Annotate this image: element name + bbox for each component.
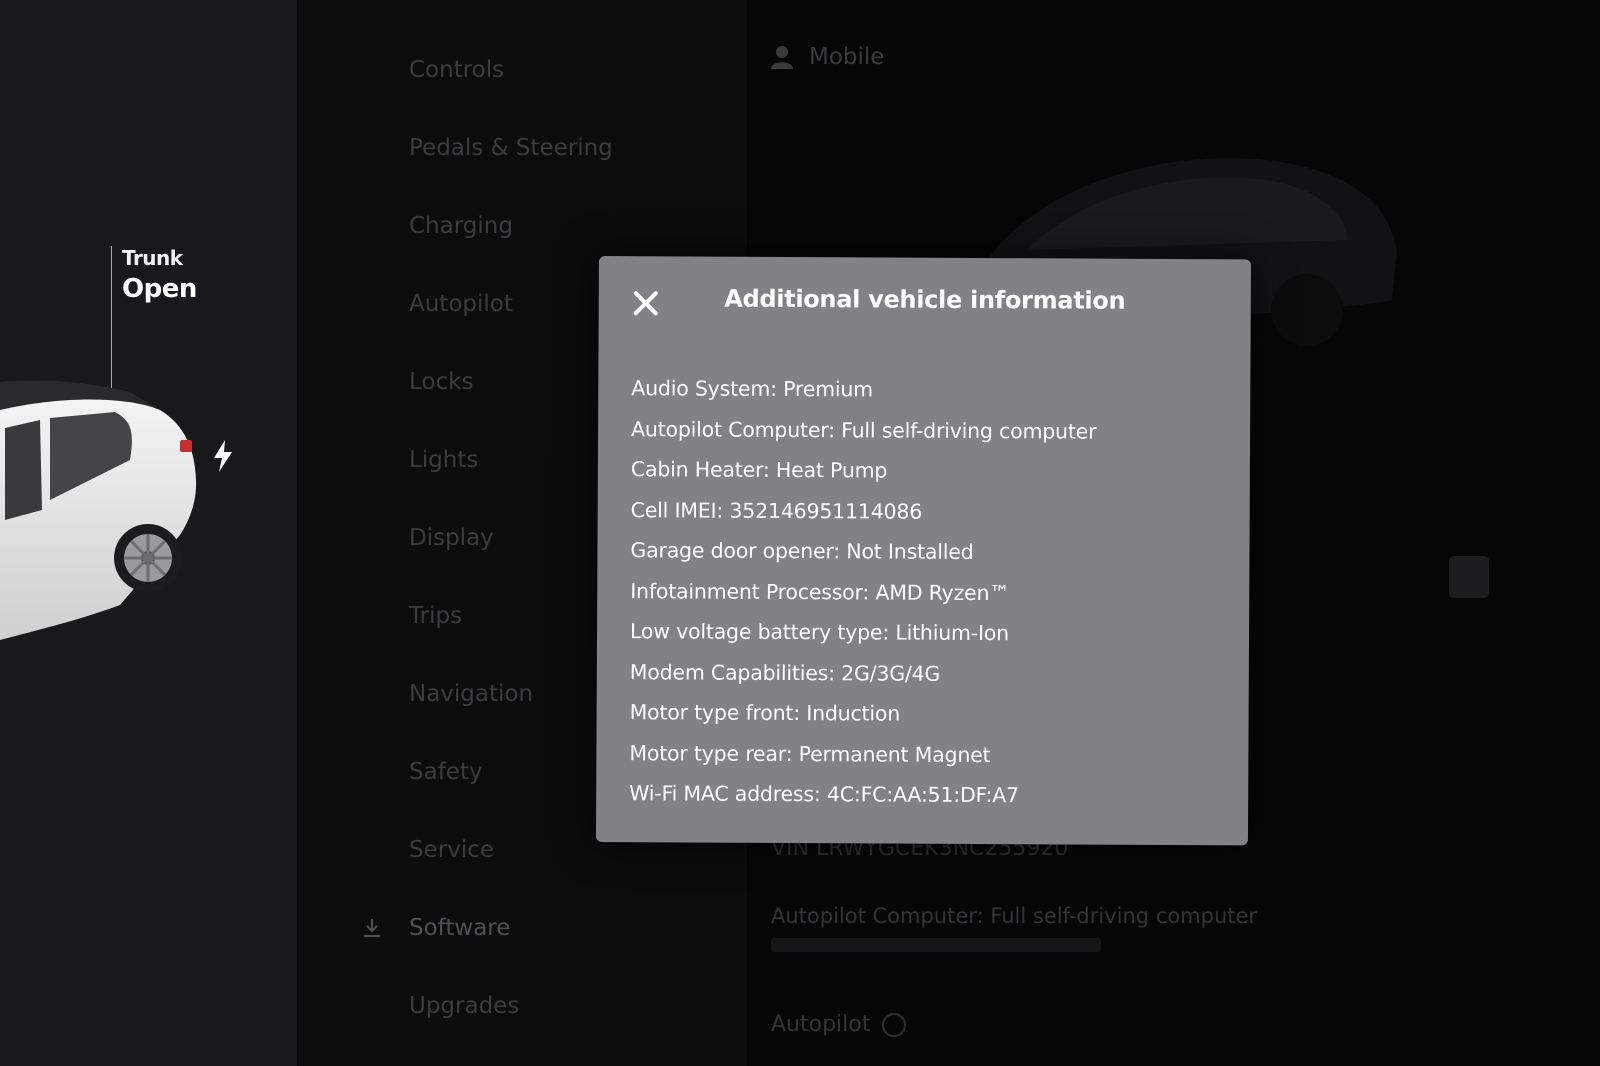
info-motor-rear: Motor type rear: Permanent Magnet: [629, 740, 991, 767]
trunk-label: Trunk: [122, 246, 183, 270]
person-icon: [771, 46, 793, 69]
info-cell-imei: Cell IMEI: 352146951114086: [630, 497, 923, 524]
steering-wheel-icon: [361, 293, 383, 315]
info-cabin-heater: Cabin Heater: Heat Pump: [630, 457, 888, 483]
info-motor-front: Motor type front: Induction: [629, 700, 901, 726]
profile-name: Mobile: [809, 44, 885, 70]
nav-item-label: Software: [409, 915, 511, 941]
lock-icon: [361, 371, 383, 393]
car-visualization-panel: Trunk Open: [0, 0, 297, 1066]
dialog-title: Additional vehicle information: [724, 284, 1126, 315]
bag-icon: [361, 995, 383, 1017]
info-infotainment-processor: Infotainment Processor: AMD Ryzen™: [630, 578, 1010, 605]
wrench-icon: [361, 839, 383, 861]
charging-icon: [361, 215, 383, 237]
light-icon: [361, 449, 383, 471]
info-audio-system: Audio System: Premium: [631, 376, 874, 402]
info-low-voltage-battery: Low voltage battery type: Lithium-Ion: [629, 619, 1010, 646]
nav-item-label: Lights: [409, 447, 479, 473]
autopilot-computer-link[interactable]: Autopilot Computer: Full self-driving co…: [771, 904, 1257, 928]
info-garage-door-opener: Garage door opener: Not Installed: [630, 538, 974, 564]
nav-item-pedals-steering[interactable]: Pedals & Steering: [361, 128, 721, 168]
download-icon: [364, 919, 380, 937]
nav-item-controls[interactable]: Controls: [361, 50, 721, 90]
nav-item-label: Trips: [409, 603, 463, 629]
nav-item-label: Upgrades: [409, 993, 520, 1019]
nav-item-label: Autopilot: [409, 291, 513, 317]
nav-item-label: Locks: [409, 369, 474, 395]
trunk-open-button[interactable]: Open: [122, 274, 197, 304]
shield-icon: [361, 761, 383, 783]
nav-item-label: Navigation: [409, 681, 534, 707]
info-icon: [882, 1012, 907, 1037]
toggle-icon: [361, 59, 383, 81]
navigation-icon: [361, 683, 383, 705]
vehicle-screen: Trunk Open Controls Pedals & Steering Ch…: [0, 0, 1600, 1066]
info-modem-capabilities: Modem Capabilities: 2G/3G/4G: [629, 659, 941, 686]
car-render-image: [0, 380, 197, 640]
nav-item-software[interactable]: Software: [361, 908, 721, 948]
autopilot-computer-subtext: [771, 938, 1101, 952]
nav-item-upgrades[interactable]: Upgrades: [361, 986, 721, 1026]
lightning-bolt-icon: [214, 440, 232, 472]
steering-icon: [361, 137, 383, 159]
nav-item-label: Pedals & Steering: [409, 135, 613, 161]
nav-item-label: Service: [409, 837, 495, 863]
nav-item-label: Display: [409, 525, 494, 551]
side-tab-handle[interactable]: [1449, 556, 1489, 598]
driver-profile-button[interactable]: Mobile: [771, 44, 884, 70]
nav-item-label: Charging: [409, 213, 513, 239]
info-wifi-mac: Wi-Fi MAC address: 4C:FC:AA:51:DF:A7: [629, 781, 1020, 808]
nav-item-charging[interactable]: Charging: [361, 206, 721, 246]
additional-vehicle-info-dialog: Additional vehicle information Audio Sys…: [595, 256, 1251, 846]
display-icon: [361, 527, 383, 549]
nav-item-label: Controls: [409, 57, 505, 83]
nav-item-label: Safety: [409, 759, 483, 785]
autopilot-info-link[interactable]: Autopilot: [771, 1012, 907, 1037]
vehicle-info-list: Audio System: Premium Autopilot Computer…: [629, 368, 1097, 816]
autopilot-label: Autopilot: [771, 1012, 871, 1037]
info-autopilot-computer: Autopilot Computer: Full self-driving co…: [631, 416, 1097, 444]
trips-icon: [361, 605, 383, 627]
